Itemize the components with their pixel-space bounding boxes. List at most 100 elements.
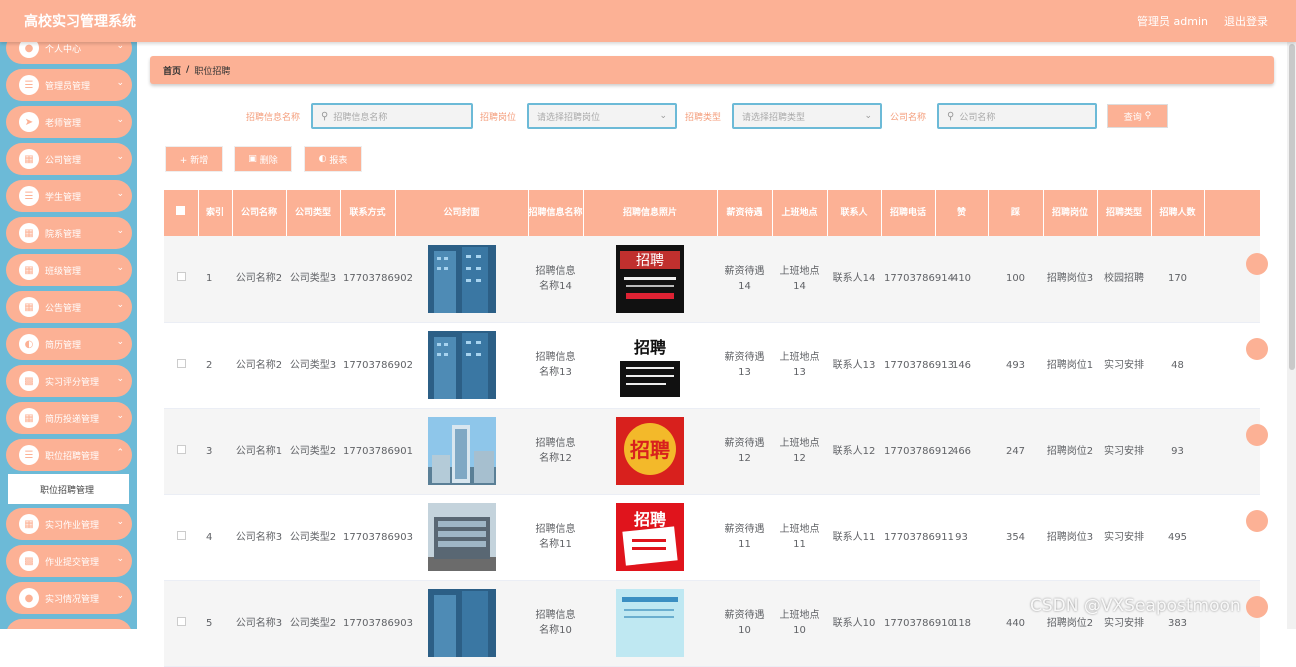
operation-button[interactable] [1246,253,1268,275]
sidebar-item-teachers[interactable]: ➤ 老师管理 ⌄ [6,106,132,138]
col-header: 招聘电话 [881,190,936,236]
col-header: 招聘信息名称 [528,190,584,236]
grid-icon: ▦ [19,223,39,243]
search-input-company[interactable]: ⚲ 公司名称 [937,103,1097,129]
cell-contact: 联系人14 [827,236,881,323]
breadcrumb-current: 职位招聘 [194,66,231,77]
table-row[interactable]: 2 公司名称2 公司类型3 17703786902 招聘信息名称13 招聘 薪资… [164,322,1260,409]
search-input-recruit-name[interactable]: ⚲ 招聘信息名称 [311,103,473,129]
breadcrumb-home[interactable]: 首页 [163,64,181,77]
cell-count: 170 [1151,236,1204,323]
grid-icon: ▦ [19,297,39,317]
table-row[interactable]: 5 公司名称3 公司类型2 17703786903 招聘信息名称10 薪资待遇1… [164,580,1260,667]
col-header: 上班地点 [772,190,828,236]
select-recruit-type[interactable]: 请选择招聘类型 ⌄ [732,103,882,129]
query-button[interactable]: 查询 ⚲ [1107,104,1168,128]
chevron-up-icon: ⌃ [116,448,124,458]
select-post[interactable]: 请选择招聘岗位 ⌄ [527,103,677,129]
sidebar-item-deliveries[interactable]: ▦ 简历投递管理 ⌄ [6,402,132,434]
logout-link[interactable]: 退出登录 [1224,13,1268,29]
report-button[interactable]: ◐ 报表 [304,146,362,172]
row-checkbox[interactable] [164,322,198,409]
cell-place: 上班地点13 [772,322,827,409]
row-checkbox[interactable] [164,494,198,581]
sidebar-item-internship-status[interactable]: ● 实习情况管理 ⌄ [6,582,132,614]
app-title: 高校实习管理系统 [24,14,136,30]
cell-dislikes: 440 [988,580,1043,667]
pie-icon: ◐ [318,154,327,164]
recruit-poster-image: 招聘 [616,503,684,571]
row-checkbox[interactable] [164,580,198,667]
search-label-recruit-name: 招聘信息名称 [246,113,301,123]
cell-company-type: 公司类型2 [286,408,340,495]
sidebar-item-profile[interactable]: ● 个人中心 ⌄ [6,42,132,64]
svg-text:招聘: 招聘 [634,510,666,529]
cell-salary: 薪资待遇10 [717,580,772,667]
sidebar-item-notices[interactable]: ▦ 公告管理 ⌄ [6,291,132,323]
recruit-poster-image: 招聘 [616,417,684,485]
col-header: 公司类型 [286,190,341,236]
admin-user-label[interactable]: 管理员 admin [1137,13,1208,29]
row-checkbox[interactable] [164,408,198,495]
cell-place: 上班地点10 [772,580,827,667]
cell-dislikes: 247 [988,408,1043,495]
cell-company-cover [395,236,528,323]
table-row[interactable]: 1 公司名称2 公司类型3 17703786902 招聘信息名称14 招聘 薪资… [164,236,1260,323]
recruit-poster-image [616,589,684,657]
cell-operations [1204,322,1260,409]
breadcrumb: 首页 / 职位招聘 [150,56,1274,84]
sidebar-item-students[interactable]: ☰ 学生管理 ⌄ [6,180,132,212]
sidebar-item-departments[interactable]: ▦ 院系管理 ⌄ [6,217,132,249]
company-cover-image [427,417,496,485]
cell-company-cover [395,580,528,667]
company-cover-image [427,331,496,399]
col-header: 招聘类型 [1097,190,1152,236]
page-scrollbar-thumb[interactable] [1289,44,1295,370]
user-icon: ● [19,42,39,58]
chevron-down-icon: ⌄ [116,189,124,199]
sidebar-item-admins[interactable]: ☰ 管理员管理 ⌄ [6,69,132,101]
sidebar-item-classes[interactable]: ▦ 班级管理 ⌄ [6,254,132,286]
cell-count: 495 [1151,494,1204,581]
cell-recruit-name: 招聘信息名称13 [528,322,583,409]
row-checkbox[interactable] [164,236,198,323]
search-icon: ⚲ [947,110,955,122]
sidebar-item-more[interactable] [6,619,132,629]
chevron-down-icon: ⌄ [116,337,124,347]
operation-button[interactable] [1246,424,1268,446]
select-all-checkbox[interactable] [164,190,199,236]
cell-recruit-photo [583,580,717,667]
sidebar-item-jobs[interactable]: ☰ 职位招聘管理 ⌃ [6,439,132,471]
col-header-operations [1204,190,1261,236]
cell-salary: 薪资待遇12 [717,408,772,495]
cell-dislikes: 100 [988,236,1043,323]
search-icon: ⚲ [321,110,329,122]
operation-button[interactable] [1246,596,1268,618]
table-row[interactable]: 3 公司名称1 公司类型2 17703786901 招聘信息名称12 招聘 薪资… [164,408,1260,495]
grid-icon: ▦ [19,149,39,169]
delete-button[interactable]: ▣ 删除 [234,146,292,172]
sidebar-subitem-job-management[interactable]: 职位招聘管理 [8,474,129,504]
add-button[interactable]: + 新增 [165,146,223,172]
cell-place: 上班地点12 [772,408,827,495]
sidebar-item-scores[interactable]: ▩ 实习评分管理 ⌄ [6,365,132,397]
operation-button[interactable] [1246,510,1268,532]
sidebar-item-homework[interactable]: ▦ 实习作业管理 ⌄ [6,508,132,540]
company-cover-image [427,589,496,657]
sidebar-item-resumes[interactable]: ◐ 简历管理 ⌄ [6,328,132,360]
table-row[interactable]: 4 公司名称3 公司类型2 17703786903 招聘信息名称11 招聘 薪资… [164,494,1260,581]
cell-recruit-type: 实习安排 [1097,494,1151,581]
operation-button[interactable] [1246,338,1268,360]
cell-tel: 17703786914 [881,236,954,323]
svg-text:招聘: 招聘 [630,438,670,462]
col-header: 招聘岗位 [1043,190,1098,236]
cell-phone: 17703786902 [340,236,413,323]
col-header: 招聘人数 [1151,190,1205,236]
chevron-down-icon: ⌄ [116,300,124,310]
search-icon: ⚲ [1144,111,1152,121]
cell-company: 公司名称3 [232,494,286,581]
cell-recruit-name: 招聘信息名称10 [528,580,583,667]
cell-operations [1204,408,1260,495]
sidebar-item-companies[interactable]: ▦ 公司管理 ⌄ [6,143,132,175]
sidebar-item-submissions[interactable]: ▩ 作业提交管理 ⌄ [6,545,132,577]
